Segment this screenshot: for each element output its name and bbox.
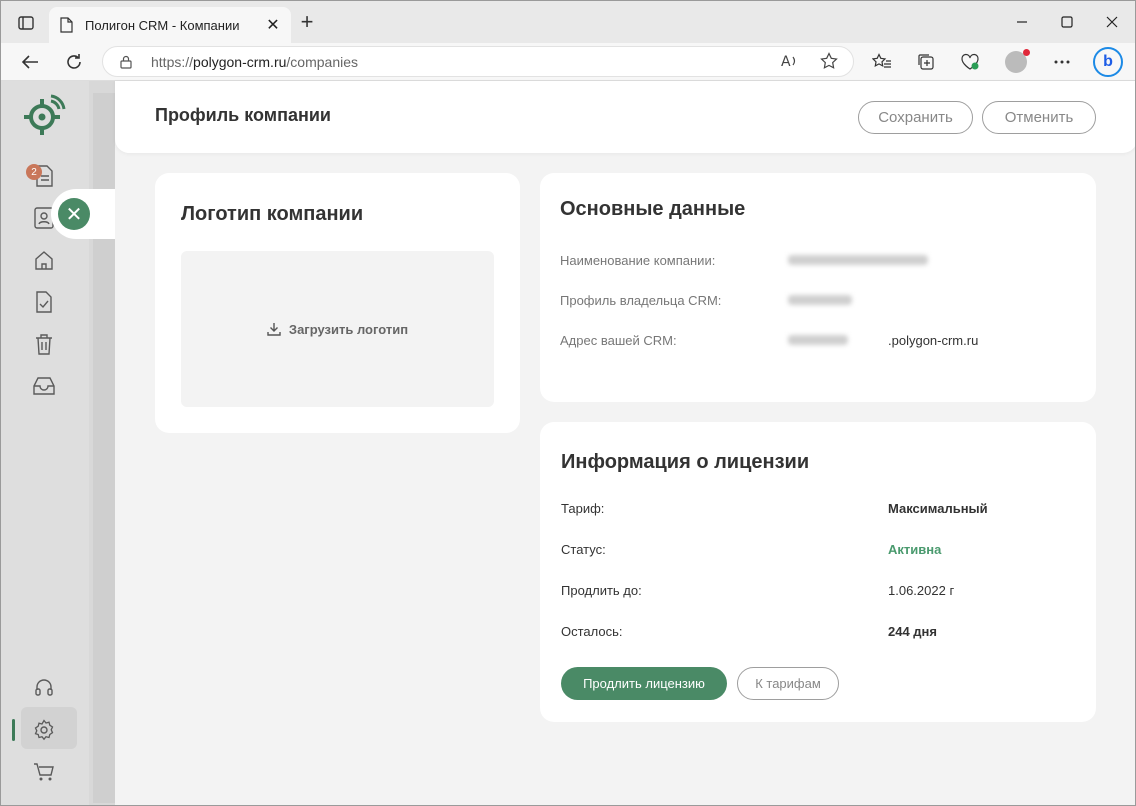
- download-icon: [267, 323, 281, 336]
- settings-icon[interactable]: [31, 717, 57, 743]
- crm-address-label: Адрес вашей CRM:: [560, 333, 677, 348]
- cancel-button[interactable]: Отменить: [982, 101, 1096, 134]
- close-window-icon[interactable]: [1089, 7, 1135, 37]
- navigation-bar: https://polygon-crm.ru/companies A b: [1, 43, 1135, 81]
- logo-card: Логотип компании Загрузить логотип: [155, 173, 520, 433]
- inbox-icon[interactable]: [31, 373, 57, 399]
- logo-card-title: Логотип компании: [181, 203, 364, 225]
- upload-logo-dropzone[interactable]: Загрузить логотип: [181, 251, 494, 407]
- license-card: Информация о лицензии Тариф: Максимальны…: [540, 422, 1096, 722]
- notification-badge: 2: [26, 164, 42, 180]
- remaining-value: 244 дня: [888, 624, 937, 639]
- page-icon: [60, 17, 73, 33]
- tab-title: Полигон CRM - Компании: [85, 17, 240, 33]
- new-tab-icon[interactable]: +: [297, 11, 317, 33]
- status-value: Активна: [888, 542, 942, 557]
- renew-until-value: 1.06.2022 г: [888, 583, 955, 598]
- maximize-icon[interactable]: [1044, 7, 1090, 37]
- refresh-icon[interactable]: [59, 47, 89, 77]
- renew-until-label: Продлить до:: [561, 583, 642, 598]
- trash-icon[interactable]: [31, 331, 57, 357]
- crm-address-suffix: .polygon-crm.ru: [888, 333, 979, 348]
- read-aloud-icon[interactable]: A: [778, 49, 802, 73]
- crm-app: 2 ✕ Профиль компании Сохранить Отменить …: [1, 81, 1135, 805]
- owner-profile-value: [788, 295, 852, 305]
- tariffs-button[interactable]: К тарифам: [737, 667, 839, 700]
- more-options-icon[interactable]: [1047, 47, 1077, 77]
- company-name-value: [788, 255, 928, 265]
- license-title: Информация о лицензии: [561, 451, 810, 473]
- address-bar[interactable]: https://polygon-crm.ru/companies: [102, 46, 854, 77]
- browser-window: Полигон CRM - Компании ✕ + https://polyg…: [0, 0, 1136, 806]
- upload-logo-label: Загрузить логотип: [288, 321, 409, 337]
- cart-icon[interactable]: [31, 759, 57, 785]
- browser-tab-active[interactable]: Полигон CRM - Компании ✕: [49, 7, 291, 43]
- page-header: Профиль компании Сохранить Отменить: [115, 81, 1135, 153]
- crm-logo-icon[interactable]: [21, 93, 67, 139]
- close-tab-icon[interactable]: ✕: [265, 17, 281, 34]
- url-text: https://polygon-crm.ru/companies: [151, 53, 358, 70]
- close-panel-tab: ✕: [51, 189, 117, 239]
- sidebar: 2 ✕: [1, 81, 117, 805]
- close-panel-icon[interactable]: ✕: [58, 198, 90, 230]
- main-data-title: Основные данные: [560, 198, 746, 220]
- svg-text:A: A: [781, 54, 791, 69]
- bing-copilot-icon[interactable]: b: [1093, 47, 1123, 77]
- tariff-value: Максимальный: [888, 501, 988, 516]
- company-name-label: Наименование компании:: [560, 253, 716, 268]
- status-label: Статус:: [561, 542, 606, 557]
- lock-icon: [120, 55, 132, 69]
- tariff-label: Тариф:: [561, 501, 605, 516]
- tasks-icon[interactable]: [31, 289, 57, 315]
- tab-actions-icon[interactable]: [9, 9, 43, 37]
- favorite-star-icon[interactable]: [817, 49, 841, 73]
- collections-icon[interactable]: [911, 47, 941, 77]
- owner-profile-label: Профиль владельца CRM:: [560, 293, 722, 308]
- main-data-card: Основные данные Наименование компании: П…: [540, 173, 1096, 402]
- remaining-label: Осталось:: [561, 624, 623, 639]
- main-content: Профиль компании Сохранить Отменить Лого…: [115, 81, 1135, 805]
- crm-subdomain-value: [788, 335, 848, 345]
- renew-license-button[interactable]: Продлить лицензию: [561, 667, 727, 700]
- save-button[interactable]: Сохранить: [858, 101, 973, 134]
- browser-essentials-icon[interactable]: [955, 47, 985, 77]
- page-title: Профиль компании: [155, 105, 331, 125]
- profile-avatar[interactable]: [1001, 47, 1031, 77]
- home-icon[interactable]: [31, 247, 57, 273]
- favorites-icon[interactable]: [867, 47, 897, 77]
- support-icon[interactable]: [31, 675, 57, 701]
- back-icon[interactable]: [15, 47, 45, 77]
- minimize-icon[interactable]: [999, 7, 1045, 37]
- tab-bar: Полигон CRM - Компании ✕ +: [1, 1, 1135, 43]
- active-item-marker: [12, 719, 15, 741]
